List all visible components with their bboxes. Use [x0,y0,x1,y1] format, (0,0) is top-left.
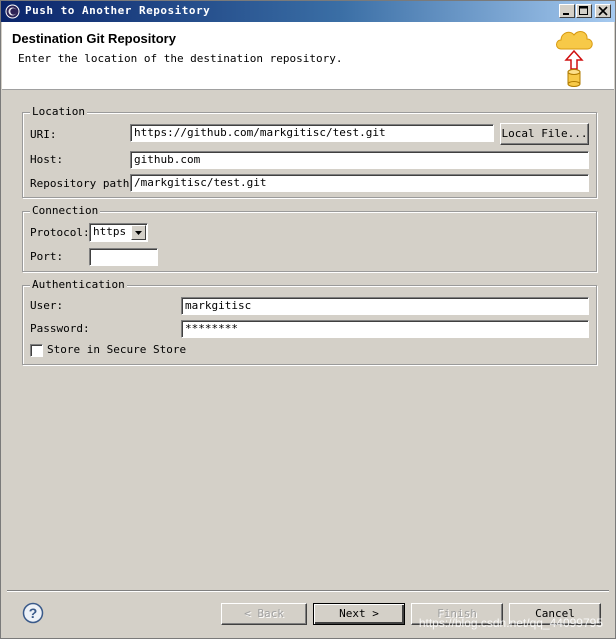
local-file-button[interactable]: Local File... [500,123,589,145]
page-title: Destination Git Repository [12,31,176,46]
uri-field[interactable]: https://github.com/markgitisc/test.git [130,124,494,142]
title-bar[interactable]: Push to Another Repository [1,1,615,22]
wizard-header: Destination Git Repository Enter the loc… [2,22,614,90]
close-button[interactable] [595,4,611,18]
repository-path-label: Repository path: [30,177,136,190]
cloud-push-icon [553,25,597,89]
store-secure-checkbox[interactable] [30,344,43,357]
next-button[interactable]: Next > [313,603,405,625]
chevron-down-icon[interactable] [131,225,146,240]
protocol-selected-value: https [93,225,127,238]
footer-separator [7,590,609,592]
port-field[interactable] [89,248,158,266]
repository-path-field[interactable]: /markgitisc/test.git [130,174,589,192]
password-label: Password: [30,322,90,335]
help-icon[interactable]: ? [22,602,44,624]
host-label: Host: [30,153,64,166]
user-label: User: [30,299,64,312]
svg-text:?: ? [29,605,38,621]
maximize-button[interactable] [576,4,592,18]
store-secure-label[interactable]: Store in Secure Store [47,343,186,357]
wizard-window: Push to Another Repository Destination G… [0,0,616,639]
back-button[interactable]: < Back [221,603,307,625]
password-field[interactable]: ******** [181,320,589,338]
minimize-button[interactable] [559,4,575,18]
location-legend: Location [30,105,87,118]
host-field[interactable]: github.com [130,151,589,169]
page-description: Enter the location of the destination re… [18,52,343,65]
watermark: https://blog.csdn.net/qq_44099795 [418,616,603,630]
authentication-legend: Authentication [30,278,127,291]
port-label: Port: [30,250,64,263]
protocol-label: Protocol: [30,226,90,239]
window-title: Push to Another Repository [25,4,211,17]
connection-legend: Connection [30,204,101,217]
eclipse-icon [5,4,20,19]
protocol-select[interactable]: https [89,223,148,242]
user-field[interactable]: markgitisc [181,297,589,315]
uri-label: URI: [30,128,57,141]
